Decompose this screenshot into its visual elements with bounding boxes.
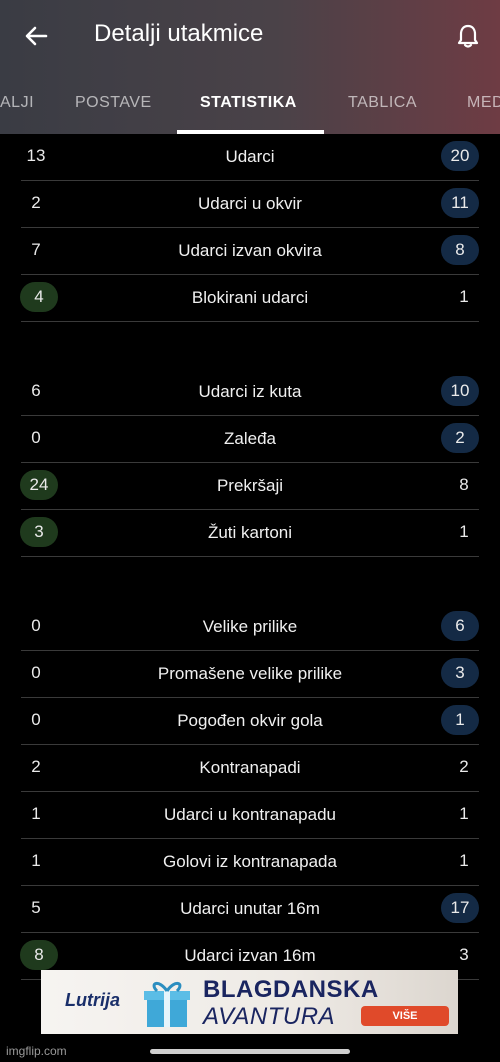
ad-banner[interactable]: Lutrija BLAGDANSKA AVANTURA VIŠE [41, 970, 458, 1034]
home-value: 1 [31, 804, 41, 823]
tab-media[interactable]: MED [467, 94, 500, 112]
ad-headline: BLAGDANSKA [203, 976, 379, 1003]
home-value: 8 [20, 940, 58, 970]
home-value: 4 [20, 282, 58, 312]
away-value: 8 [459, 475, 469, 494]
stat-label: Zaleđa [224, 429, 276, 448]
stat-label: Velike prilike [202, 617, 298, 636]
back-button[interactable] [22, 22, 50, 50]
stat-label: Udarci u okvir [198, 194, 302, 213]
notifications-button[interactable] [454, 22, 482, 50]
away-value: 3 [459, 945, 469, 964]
away-value: 8 [441, 235, 479, 265]
stat-label: Promašene velike prilike [157, 664, 343, 683]
home-value: 3 [20, 517, 58, 547]
stat-row: Velike prilike 0 6 [21, 604, 479, 651]
home-value: 0 [31, 616, 41, 635]
watermark: imgflip.com [6, 1044, 67, 1058]
stat-row: Udarci u okvir 2 11 [21, 181, 479, 228]
app-header: Detalji utakmice ALJI POSTAVE STATISTIKA… [0, 0, 500, 134]
home-value: 24 [20, 470, 58, 500]
stat-label: Udarci [225, 147, 275, 166]
home-value: 5 [31, 898, 41, 917]
away-value: 1 [459, 287, 469, 306]
tab-bar: ALJI POSTAVE STATISTIKA TABLICA MED [0, 80, 500, 134]
home-value: 2 [31, 757, 41, 776]
away-value: 6 [441, 611, 479, 641]
stat-label: Udarci izvan okvira [178, 241, 322, 260]
stat-row: Blokirani udarci 4 1 [20, 275, 479, 322]
away-value: 17 [441, 893, 479, 923]
stat-row: Pogođen okvir gola 0 1 [21, 698, 479, 745]
stat-label: Udarci iz kuta [198, 382, 302, 401]
tab-lineups[interactable]: POSTAVE [75, 94, 152, 112]
stat-label: Udarci u kontranapadu [163, 805, 336, 824]
away-value: 1 [459, 804, 469, 823]
statistics-list: Udarci 13 20 Udarci u okvir 2 11 Udarci izvan … [20, 134, 479, 980]
ad-subheadline: AVANTURA [203, 1003, 336, 1030]
stat-label: Blokirani udarci [191, 288, 309, 307]
home-value: 7 [31, 240, 41, 259]
away-value: 1 [441, 705, 479, 735]
ad-more-button[interactable]: VIŠE [361, 1006, 449, 1026]
home-value: 0 [31, 663, 41, 682]
gift-icon [144, 982, 190, 1027]
away-value: 1 [459, 851, 469, 870]
tab-statistics[interactable]: STATISTIKA [200, 94, 297, 112]
away-value: 2 [459, 757, 469, 776]
bell-icon [457, 24, 479, 48]
stat-row: Udarci unutar 16m 5 17 [21, 886, 479, 933]
home-value: 0 [31, 710, 41, 729]
arrow-left-icon [25, 26, 48, 46]
away-value: 11 [441, 188, 479, 218]
ad-brand-logo: Lutrija [65, 990, 121, 1010]
stat-label: Pogođen okvir gola [177, 711, 323, 730]
home-value: 6 [31, 381, 41, 400]
home-value: 0 [31, 428, 41, 447]
away-value: 10 [441, 376, 479, 406]
stat-row: Udarci 13 20 [21, 134, 479, 181]
away-value: 2 [441, 423, 479, 453]
home-value: 13 [26, 146, 46, 165]
home-value: 1 [31, 851, 41, 870]
stat-row: Udarci iz kuta 6 10 [21, 369, 479, 416]
away-value: 3 [441, 658, 479, 688]
stat-row: Zaleđa 0 2 [21, 416, 479, 463]
stat-row: Udarci u kontranapadu 1 1 [21, 792, 479, 839]
stat-label: Udarci unutar 16m [180, 899, 320, 918]
gesture-nav-handle[interactable] [150, 1049, 350, 1054]
stat-row: Kontranapadi 2 2 [21, 745, 479, 792]
away-value: 20 [441, 141, 479, 171]
stat-row: Promašene velike prilike 0 3 [21, 651, 479, 698]
stat-row: Žuti kartoni 3 1 [20, 510, 479, 557]
stat-label: Prekršaji [216, 476, 284, 495]
tab-table[interactable]: TABLICA [348, 94, 417, 112]
stat-row: Golovi iz kontranapada 1 1 [21, 839, 479, 886]
away-value: 1 [459, 522, 469, 541]
stat-row: Prekršaji 24 8 [20, 463, 479, 510]
home-value: 2 [31, 193, 41, 212]
stat-label: Kontranapadi [199, 758, 301, 777]
stat-label: Golovi iz kontranapada [163, 852, 337, 871]
tab-details[interactable]: ALJI [0, 94, 34, 112]
page-title: Detalji utakmice [94, 20, 264, 47]
stat-row: Udarci izvan okvira 7 8 [21, 228, 479, 275]
stat-label: Žuti kartoni [207, 523, 293, 542]
